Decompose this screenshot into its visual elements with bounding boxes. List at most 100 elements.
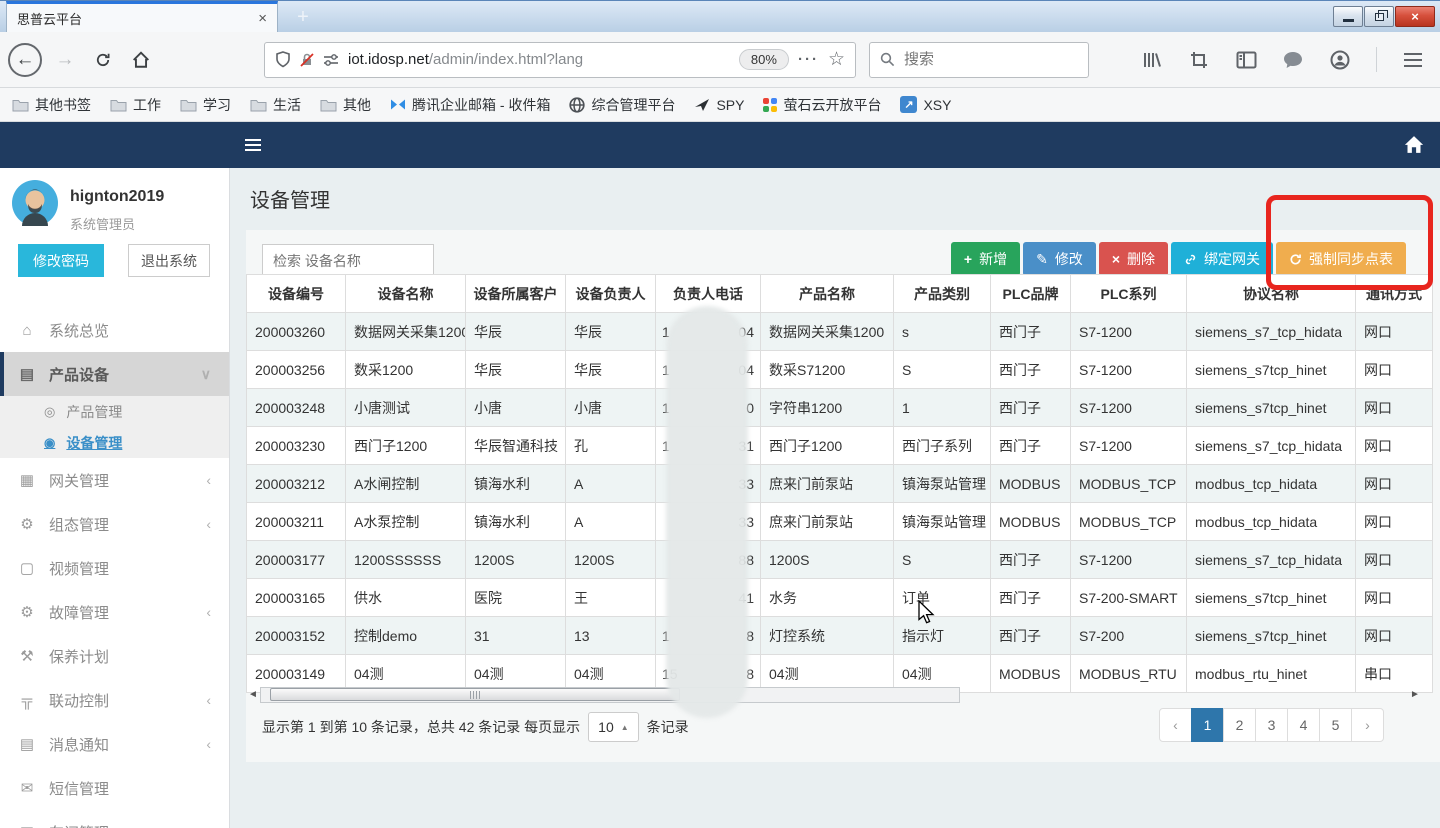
zoom-level-badge[interactable]: 80% (739, 49, 789, 70)
circle-o-icon: ◎ (44, 404, 55, 420)
bookmark-xsy[interactable]: ↗XSY (900, 96, 951, 113)
sidebar-item-scada[interactable]: ⚙组态管理‹ (0, 502, 229, 546)
col-category[interactable]: 产品类别 (894, 275, 991, 313)
library-icon[interactable] (1141, 49, 1163, 71)
back-button[interactable]: ← (8, 43, 42, 77)
sidebar-item-device-mgmt[interactable]: ◉设备管理 (0, 427, 229, 458)
sidebar-item-maintenance[interactable]: ⚒保养计划 (0, 634, 229, 678)
folder-icon (320, 98, 337, 112)
bookmark-mgmt-platform[interactable]: 综合管理平台 (569, 95, 675, 115)
bind-gateway-button[interactable]: 绑定网关 (1171, 242, 1273, 276)
cell-plc-brand: 西门子 (991, 617, 1071, 655)
sidebar-toggle-icon[interactable] (1235, 49, 1257, 71)
window-close-button[interactable]: × (1395, 6, 1435, 27)
gears-icon: ⚙ (18, 515, 36, 533)
browser-search-box[interactable] (869, 42, 1089, 78)
cell-category: S (894, 541, 991, 579)
pager-next[interactable]: › (1351, 708, 1384, 742)
new-tab-button[interactable]: + (290, 5, 316, 29)
table-row[interactable]: 200003256 数采1200 华辰 华辰 104 数采S71200 S 西门… (247, 351, 1433, 389)
sidebar-item-sms[interactable]: ✉短信管理 (0, 766, 229, 810)
caret-up-icon: ▲ (621, 723, 629, 732)
cell-owner: 1200S (566, 541, 656, 579)
cell-plc-series: S7-1200 (1071, 427, 1187, 465)
col-plc-brand[interactable]: PLC品牌 (991, 275, 1071, 313)
bookmark-tencent-mail[interactable]: 腾讯企业邮箱 - 收件箱 (390, 95, 550, 115)
bookmark-folder-work[interactable]: 工作 (110, 95, 161, 115)
sidebar-item-overview[interactable]: ⌂系统总览 (0, 308, 229, 352)
page-actions-icon[interactable]: ··· (798, 51, 819, 68)
sidebar-collapse-icon[interactable] (245, 139, 261, 141)
sidebar-item-fault[interactable]: ⚙故障管理‹ (0, 590, 229, 634)
reload-button[interactable] (86, 52, 120, 68)
col-customer[interactable]: 设备所属客户 (466, 275, 566, 313)
table-row[interactable]: 200003260 数据网关采集1200 华辰 华辰 104 数据网关采集120… (247, 313, 1433, 351)
table-row[interactable]: 200003230 西门子1200 华辰智通科技 孔 131 西门子1200 西… (247, 427, 1433, 465)
window-restore-button[interactable] (1364, 6, 1394, 27)
device-table: 设备编号 设备名称 设备所属客户 设备负责人 负责人电话 产品名称 产品类别 P… (246, 274, 1433, 693)
logout-button[interactable]: 退出系统 (128, 244, 210, 277)
add-button[interactable]: +新增 (951, 242, 1020, 276)
browser-tab[interactable]: 思普云平台 × (6, 1, 278, 33)
tab-close-icon[interactable]: × (258, 11, 267, 26)
chat-bubble-icon[interactable] (1282, 49, 1304, 71)
col-device-id[interactable]: 设备编号 (247, 275, 346, 313)
col-device-name[interactable]: 设备名称 (346, 275, 466, 313)
table-row[interactable]: 200003211 A水泵控制 镇海水利 A 33 庶来门前泵站 镇海泵站管理 … (247, 503, 1433, 541)
pager-prev[interactable]: ‹ (1159, 708, 1192, 742)
change-password-button[interactable]: 修改密码 (18, 244, 104, 277)
avatar[interactable] (12, 180, 58, 231)
sidebar-item-message[interactable]: ▤消息通知‹ (0, 722, 229, 766)
screenshot-icon[interactable] (1188, 49, 1210, 71)
window-minimize-button[interactable] (1333, 6, 1363, 27)
cell-plc-series: S7-200 (1071, 617, 1187, 655)
table-row[interactable]: 200003152 控制demo 31 13 18 灯控系统 指示灯 西门子 S… (247, 617, 1433, 655)
sidebar-item-workshop[interactable]: ▦车间管理 (0, 810, 229, 828)
cell-device-name: A水泵控制 (346, 503, 466, 541)
sidebar-item-product-device[interactable]: ▤产品设备∨ (0, 352, 229, 396)
sidebar-item-linkage[interactable]: ╦联动控制‹ (0, 678, 229, 722)
home-button[interactable] (124, 51, 158, 69)
scroll-right-icon[interactable]: ► (1410, 689, 1420, 700)
device-search-input[interactable] (262, 244, 434, 278)
bookmark-folder-study[interactable]: 学习 (180, 95, 231, 115)
pager-page-5[interactable]: 5 (1319, 708, 1352, 742)
sidebar-item-gateway[interactable]: ▦网关管理‹ (0, 458, 229, 502)
cell-plc-series: MODBUS_TCP (1071, 465, 1187, 503)
sidebar-item-video[interactable]: ▢视频管理 (0, 546, 229, 590)
pager-page-4[interactable]: 4 (1287, 708, 1320, 742)
toolbar-divider (1376, 47, 1377, 72)
bookmark-folder-other[interactable]: 其他书签 (12, 95, 91, 115)
url-bar[interactable]: iot.idosp.net/admin/index.html?lang 80% … (264, 42, 856, 78)
account-icon[interactable] (1329, 49, 1351, 71)
cell-device-name: 数采1200 (346, 351, 466, 389)
col-owner[interactable]: 设备负责人 (566, 275, 656, 313)
page-size-select[interactable]: 10▲ (588, 712, 639, 742)
pager-page-3[interactable]: 3 (1255, 708, 1288, 742)
col-product[interactable]: 产品名称 (761, 275, 894, 313)
bookmark-folder-life[interactable]: 生活 (250, 95, 301, 115)
bookmark-ys7[interactable]: 萤石云开放平台 (763, 95, 881, 115)
scroll-left-icon[interactable]: ◄ (248, 689, 258, 700)
browser-search-input[interactable] (904, 51, 1054, 68)
sidebar-item-product-mgmt[interactable]: ◎产品管理 (0, 396, 229, 427)
bookmark-folder-misc[interactable]: 其他 (320, 95, 371, 115)
menu-hamburger-icon[interactable] (1402, 49, 1424, 71)
pager-page-2[interactable]: 2 (1223, 708, 1256, 742)
table-row[interactable]: 200003177 1200SSSSSS 1200S 1200S 88 1200… (247, 541, 1433, 579)
bookmark-star-icon[interactable]: ☆ (828, 48, 845, 71)
table-row[interactable]: 200003248 小唐测试 小唐 小唐 10 字符串1200 1 西门子 S7… (247, 389, 1433, 427)
scrollbar-thumb[interactable] (270, 688, 680, 701)
table-row[interactable]: 200003212 A水闸控制 镇海水利 A 33 庶来门前泵站 镇海泵站管理 … (247, 465, 1433, 503)
pagination-info: 显示第 1 到第 10 条记录，总共 42 条记录 每页显示 10▲ 条记录 (262, 712, 689, 742)
table-row[interactable]: 200003165 供水 医院 王 41 水务 订单 西门子 S7-200-SM… (247, 579, 1433, 617)
app-home-icon[interactable] (1404, 135, 1424, 159)
delete-button[interactable]: ×删除 (1099, 242, 1168, 276)
cell-category: S (894, 351, 991, 389)
edit-button[interactable]: ✎修改 (1023, 242, 1096, 276)
bookmark-spy[interactable]: SPY (694, 97, 744, 113)
cell-owner: 华辰 (566, 313, 656, 351)
pager-page-1[interactable]: 1 (1191, 708, 1224, 742)
forward-button[interactable]: → (48, 49, 82, 71)
col-plc-series[interactable]: PLC系列 (1071, 275, 1187, 313)
